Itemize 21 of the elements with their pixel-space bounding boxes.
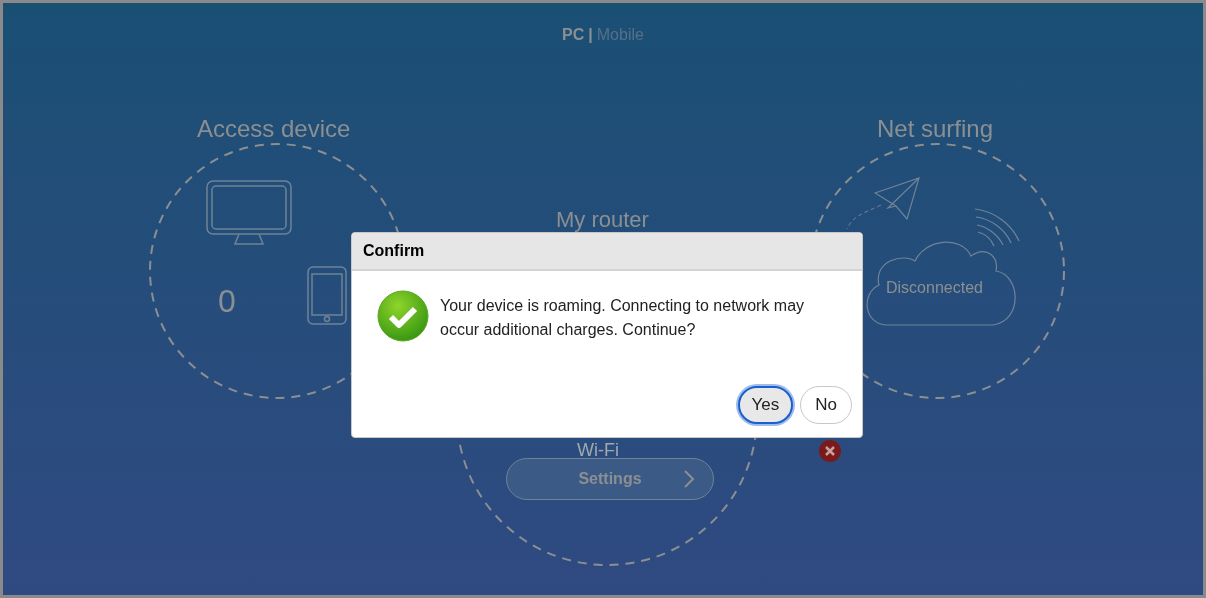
dialog-message: Your device is roaming. Connecting to network may occur additional charges. Continue? [440,296,805,340]
section-title: My router [556,206,649,234]
device-count: 0 [218,282,236,321]
connection-status: Disconnected [886,278,983,298]
monitor-icon [206,180,292,245]
view-toggle-link[interactable]: Mobile [596,23,644,47]
dashed-trail [846,204,882,230]
view-toggle-link[interactable]: PC [562,23,585,47]
wifi-label: Wi-Fi [577,440,619,460]
separator: | [588,25,593,45]
success-check-icon [376,289,430,343]
phone-icon [307,266,347,325]
section-title: Net surfing [877,114,994,144]
section-title: Access device [197,114,351,144]
settings-button[interactable]: Settings [506,458,714,500]
dialog-button[interactable]: No [800,386,852,424]
signal-waves-icon [974,208,1020,247]
dialog-button[interactable]: Yes [737,386,794,424]
dialog-title: Confirm [363,241,425,261]
paper-plane-icon [874,177,920,221]
chevron-right-icon [683,469,695,489]
